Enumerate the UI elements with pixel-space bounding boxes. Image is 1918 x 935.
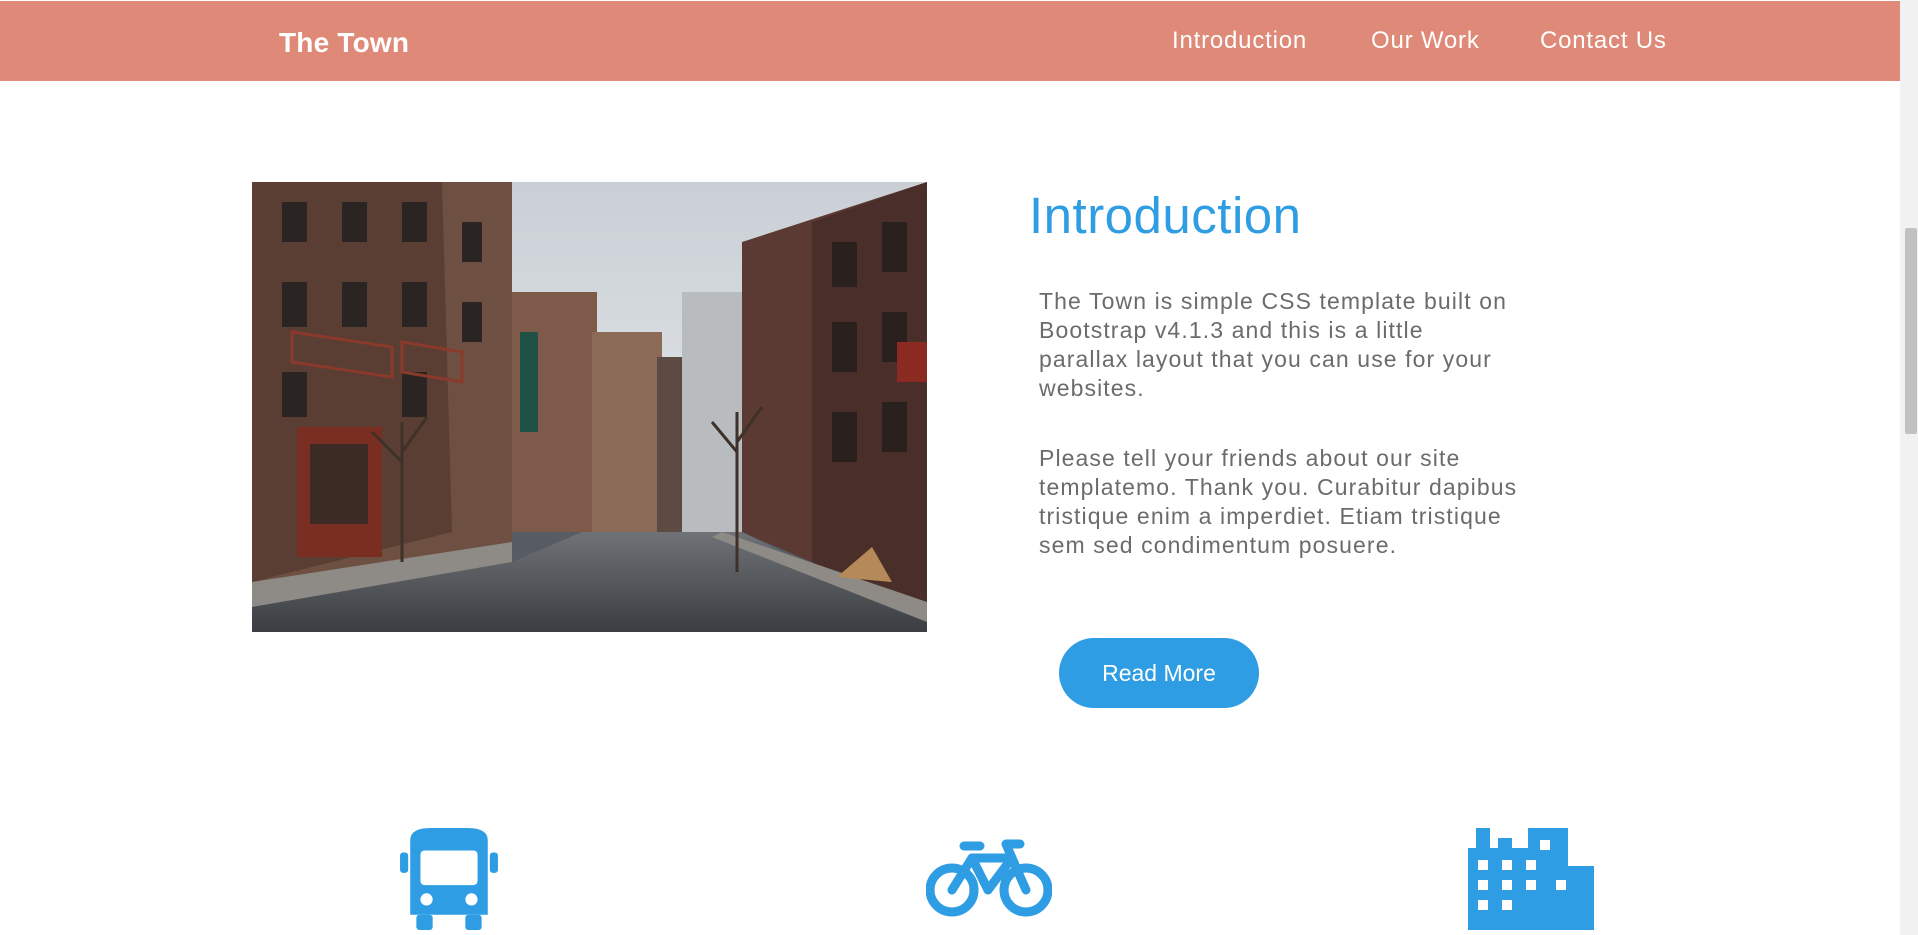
scrollbar-thumb[interactable]	[1905, 228, 1917, 434]
nav-link-our-work[interactable]: Our Work	[1371, 27, 1480, 55]
brand-logo-text[interactable]: The Town	[279, 27, 409, 59]
bus-icon	[398, 828, 500, 935]
building-icon	[1468, 828, 1594, 935]
nav-link-introduction[interactable]: Introduction	[1172, 27, 1307, 55]
read-more-button[interactable]: Read More	[1059, 638, 1259, 708]
page-scrollbar[interactable]	[1900, 0, 1918, 935]
nav-link-contact-us[interactable]: Contact Us	[1540, 27, 1667, 55]
street-photo	[252, 182, 927, 632]
intro-paragraph-2: Please tell your friends about our site …	[1039, 445, 1518, 558]
intro-title: Introduction	[1029, 187, 1302, 244]
bicycle-icon	[925, 838, 1053, 923]
navbar: The Town Introduction Our Work Contact U…	[0, 1, 1900, 81]
intro-paragraph-1: The Town is simple CSS template built on…	[1039, 288, 1507, 401]
